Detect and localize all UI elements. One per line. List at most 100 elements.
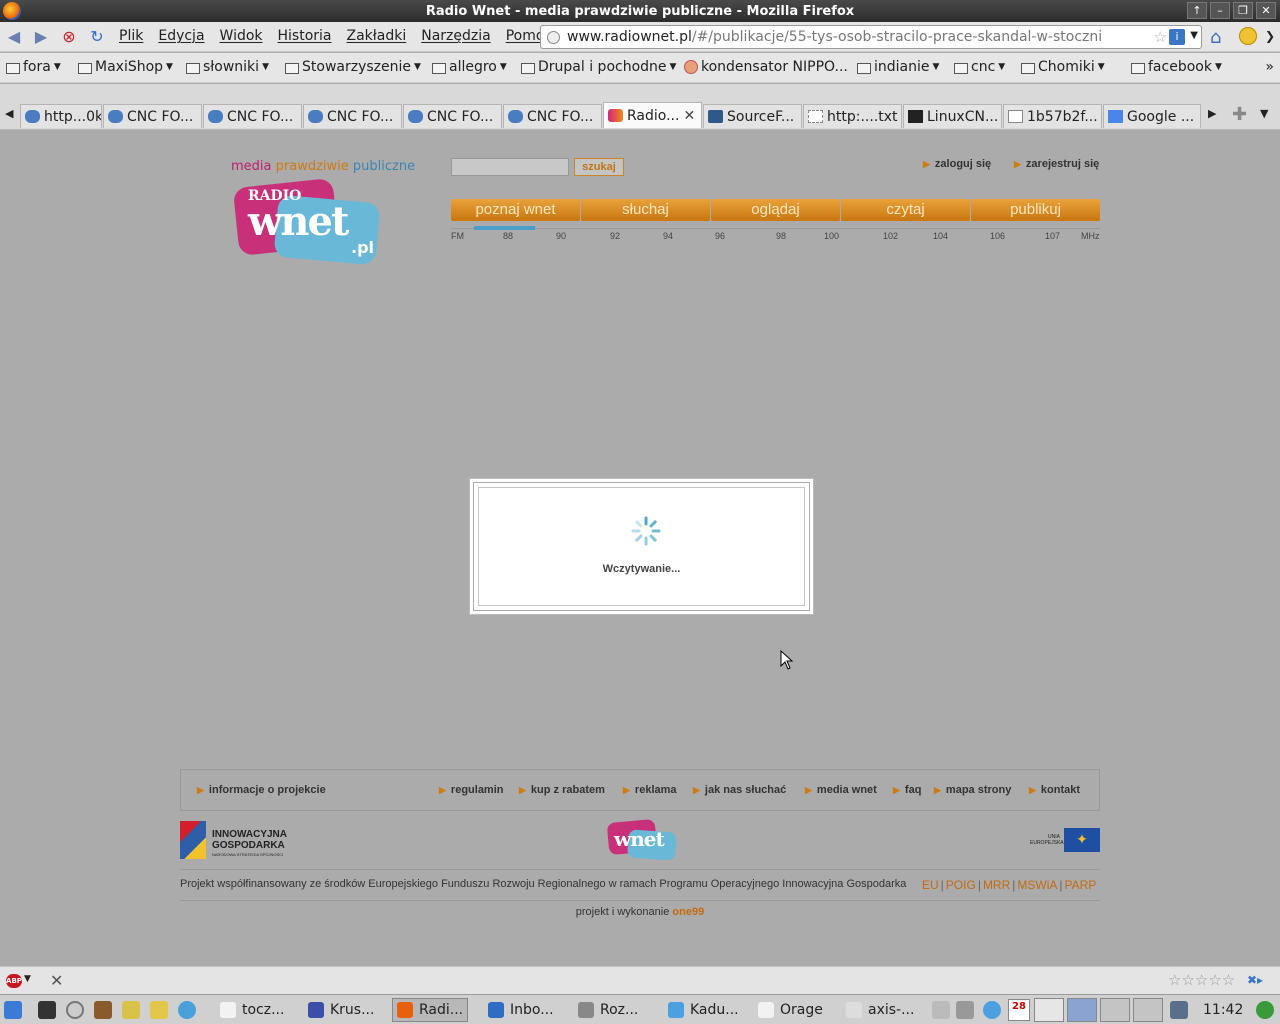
footer-site-logo[interactable]: wnet [606,818,677,861]
tab-scroll-right-icon[interactable]: ▶ [1208,107,1216,120]
link-poig[interactable]: POIG [946,878,976,892]
nav-czytaj[interactable]: czytaj [841,199,970,221]
unia-europejska-logo[interactable]: UNIA EUROPEJSKA ✦ [1030,828,1100,852]
bookmark-folder[interactable]: fora ▼ [6,59,61,75]
window-up-icon[interactable]: ↑ [1187,2,1207,19]
addon-smiley-icon[interactable] [1239,27,1257,45]
calendar-icon[interactable]: 28 [1008,999,1030,1021]
nav-ogladaj[interactable]: oglądaj [711,199,840,221]
globe-icon[interactable] [178,1001,196,1019]
footer-link-media-wnet[interactable]: ▶ media wnet [805,784,877,796]
menu-edycja[interactable]: Edycja [158,28,204,44]
tab-close-icon[interactable]: ✕ [683,108,695,124]
bookmarks-overflow-icon[interactable]: » [1265,59,1274,75]
menu-widok[interactable]: Widok [220,28,263,44]
logout-icon[interactable] [1256,1001,1274,1019]
adblock-icon[interactable]: ABP [6,974,22,988]
link-mswia[interactable]: MSWiA [1017,878,1057,892]
browser-tab[interactable]: CNC FO... [503,104,602,128]
bookmark-folder[interactable]: cnc ▼ [954,59,1005,75]
bookmark-folder[interactable]: Chomiki ▼ [1021,59,1105,75]
bookmark-folder[interactable]: MaxiShop ▼ [78,59,173,75]
bookmark-folder[interactable]: indianie ▼ [857,59,939,75]
workspace-2[interactable] [1067,998,1097,1022]
bookmark-folder[interactable]: słowniki ▼ [186,59,269,75]
browser-tab[interactable]: http...0kjQ [20,104,102,128]
window-close-icon[interactable]: ✕ [1256,2,1276,19]
workspace-4[interactable] [1133,998,1163,1022]
footer-link-faq[interactable]: ▶ faq [893,784,921,796]
site-logo[interactable]: RADIO wnet .pl [232,177,381,266]
site-identity-icon[interactable] [547,31,560,44]
start-menu-icon[interactable] [4,1001,22,1019]
taskbar-task[interactable]: Orage [754,998,827,1022]
footer-link-kontakt[interactable]: ▶ kontakt [1029,784,1080,796]
new-tab-icon[interactable]: ✚ [1232,104,1247,125]
taskbar-task[interactable]: Kadu... [664,998,743,1022]
taskbar-task[interactable]: tocz... [216,998,288,1022]
adblock-dropdown-icon[interactable]: ▼ [24,974,31,984]
window-maximize-icon[interactable]: ❐ [1233,2,1253,19]
tab-list-icon[interactable]: ▼ [1260,107,1268,120]
link-mrr[interactable]: MRR [983,878,1010,892]
taskbar-task[interactable]: Inbo... [484,998,558,1022]
close-findbar-icon[interactable]: ✕ [50,971,63,990]
rating-stars-icon[interactable]: ☆☆☆☆☆ [1168,971,1235,989]
magnifier-icon[interactable] [932,1001,950,1019]
menu-narzedzia[interactable]: Narzędzia [421,28,490,44]
browser-tab[interactable]: 1b57b2f... [1003,104,1102,128]
footer-link-kup-z-rabatem[interactable]: ▶ kup z rabatem [519,784,605,796]
footer-link-jak-nas-sluchac[interactable]: ▶ jak nas słuchać [693,784,786,796]
tools-icon[interactable] [94,1001,112,1019]
wizard-icon[interactable] [122,1001,140,1019]
workspace-1[interactable] [1034,998,1064,1022]
nav-publikuj[interactable]: publikuj [971,199,1100,221]
browser-tab[interactable]: http:....txt [803,104,902,128]
browser-tab[interactable]: Google ... [1103,104,1201,128]
browser-tab[interactable]: LinuxCN... [903,104,1002,128]
bookmark-folder[interactable]: facebook ▼ [1131,59,1222,75]
link-parp[interactable]: PARP [1065,878,1097,892]
workspace-3[interactable] [1100,998,1130,1022]
bookmark-item[interactable]: kondensator NIPPO... [684,59,848,75]
tab-scroll-left-icon[interactable]: ◀ [5,107,13,120]
bookmark-folder[interactable]: Drupal i pochodne ▼ [521,59,676,75]
credit-link[interactable]: one99 [672,906,704,918]
browser-tab[interactable]: CNC FO... [103,104,202,128]
url-bar[interactable]: www.radiownet.pl/#/publikacje/55-tys-oso… [540,25,1202,49]
taskbar-task[interactable]: axis-... [842,998,918,1022]
browser-tab[interactable]: CNC FO... [303,104,402,128]
browser-tab[interactable]: CNC FO... [403,104,502,128]
terminal-icon[interactable] [38,1001,56,1019]
toolbar-overflow-icon[interactable]: ❯ [1265,29,1275,43]
settings-icon[interactable] [66,1001,84,1019]
search-button[interactable]: szukaj [574,158,624,176]
footer-link-regulamin[interactable]: ▶ regulamin [439,784,504,796]
search-input[interactable] [451,158,569,176]
login-link[interactable]: ▶ zaloguj się [923,158,991,170]
tray-app-icon[interactable] [1170,1001,1188,1019]
taskbar-task[interactable]: Radi... [392,998,469,1022]
browser-tab[interactable]: CNC FO... [203,104,302,128]
reload-icon[interactable]: ↻ [87,27,107,47]
window-minimize-icon[interactable]: – [1210,2,1230,19]
menu-zakladki[interactable]: Zakładki [347,28,407,44]
innowacyjna-gospodarka-logo[interactable]: INNOWACYJNA GOSPODARKA NARODOWA STRATEGIA… [180,821,300,859]
footer-link-reklama[interactable]: ▶ reklama [623,784,677,796]
stop-load-icon[interactable]: ⊗ [59,27,79,47]
bookmark-folder[interactable]: allegro ▼ [432,59,507,75]
geometry-icon[interactable] [150,1001,168,1019]
footer-link-mapa-strony[interactable]: ▶ mapa strony [934,784,1011,796]
clock[interactable]: 11:42 [1203,1002,1243,1018]
link-eu[interactable]: EU [922,878,939,892]
nav-sluchaj[interactable]: słuchaj [581,199,710,221]
url-dropdown-icon[interactable]: ▼ [1190,30,1198,41]
footer-link-informacje[interactable]: ▶ informacje o projekcie [197,784,326,796]
bookmark-star-icon[interactable]: ☆ [1154,28,1167,46]
volume-icon[interactable] [956,1001,974,1019]
taskbar-task[interactable]: Roz... [574,998,642,1022]
home-icon[interactable]: ⌂ [1210,27,1221,48]
forward-icon[interactable]: ▶ [31,27,51,47]
menu-plik[interactable]: Plik [119,28,143,44]
back-icon[interactable]: ◀ [4,27,24,47]
